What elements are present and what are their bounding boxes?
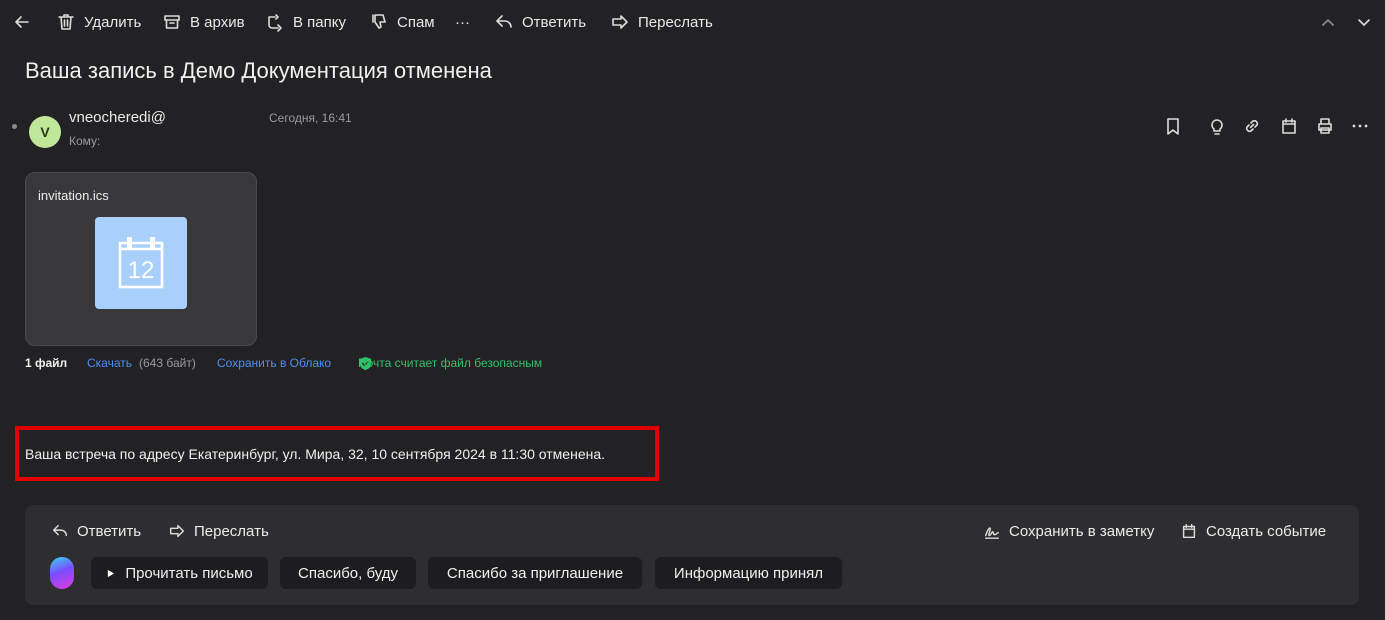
recipients-label[interactable]: Кому: <box>69 134 100 148</box>
play-icon <box>108 569 115 577</box>
archive-icon <box>164 15 180 29</box>
sender-name[interactable]: vneocheredi@ <box>69 109 166 126</box>
archive-button[interactable]: В архив <box>162 10 245 34</box>
download-link[interactable]: Скачать <box>87 356 132 370</box>
chevron-up-icon <box>1322 19 1334 26</box>
delete-button[interactable]: Удалить <box>56 10 141 34</box>
move-to-folder-button[interactable]: В папку <box>265 10 346 34</box>
ai-assistant-icon[interactable] <box>50 557 74 589</box>
reply-button[interactable]: Ответить <box>494 10 586 34</box>
previous-message-button[interactable] <box>1318 10 1338 34</box>
lightbulb-icon[interactable] <box>1207 116 1227 136</box>
attachment-card[interactable]: invitation.ics 12 <box>25 172 257 346</box>
spam-button[interactable]: Спам <box>369 10 435 34</box>
panel-reply-label: Ответить <box>77 522 142 540</box>
files-count: 1 файл <box>25 356 68 370</box>
chip-label: Информацию принял <box>673 564 824 582</box>
panel-reply-button[interactable]: Ответить <box>51 521 141 541</box>
unread-dot[interactable] <box>12 124 17 129</box>
attachment-size: (643 байт) <box>139 356 196 370</box>
chip-label: Спасибо, буду <box>298 564 398 582</box>
arrow-left-icon <box>15 16 29 28</box>
more-options-icon[interactable] <box>1350 116 1370 136</box>
link-icon[interactable] <box>1242 116 1262 136</box>
move-folder-icon <box>268 14 282 32</box>
spam-label: Спам <box>397 13 435 31</box>
reply-icon <box>52 524 68 537</box>
create-event-label: Создать событие <box>1206 522 1327 540</box>
save-to-cloud-link[interactable]: Сохранить в Облако <box>217 356 331 370</box>
quick-actions-panel: Ответить Переслать Сохранить в заметку С… <box>25 505 1359 605</box>
reply-chip-thanks-will-come[interactable]: Спасибо, буду <box>280 557 416 589</box>
thumbs-down-icon <box>372 14 386 29</box>
more-icon: ··· <box>455 13 470 31</box>
avatar[interactable]: V <box>29 116 61 148</box>
create-event-button[interactable]: Создать событие <box>1180 521 1326 541</box>
signature-icon <box>984 527 1000 539</box>
trash-icon <box>58 14 74 30</box>
read-letter-chip[interactable]: Прочитать письмо <box>91 557 268 589</box>
calendar-file-icon: 12 <box>118 237 164 289</box>
message-body-text: Ваша встреча по адресу Екатеринбург, ул.… <box>25 446 606 462</box>
calendar-file-number: 12 <box>128 257 155 284</box>
reply-chip-thanks-invitation[interactable]: Спасибо за приглашение <box>428 557 642 589</box>
print-icon[interactable] <box>1315 116 1335 136</box>
safe-file-label: Почта считает файл безопасным <box>358 356 543 370</box>
bookmark-icon[interactable] <box>1163 116 1183 136</box>
back-button[interactable] <box>12 10 32 34</box>
panel-forward-label: Переслать <box>194 522 269 540</box>
toolbar: Удалить В архив В папку Спам ··· Ответит… <box>0 0 1385 44</box>
attachment-filename: invitation.ics <box>38 188 109 203</box>
message-subject: Ваша запись в Демо Документация отменена <box>25 58 492 83</box>
chevron-down-icon <box>1358 19 1370 26</box>
forward-button[interactable]: Переслать <box>610 10 713 34</box>
message-date: Сегодня, 16:41 <box>269 111 352 125</box>
chip-label: Спасибо за приглашение <box>446 564 624 582</box>
calendar-icon[interactable] <box>1279 116 1299 136</box>
panel-forward-button[interactable]: Переслать <box>168 521 269 541</box>
archive-label: В архив <box>190 13 245 31</box>
read-letter-label: Прочитать письмо <box>125 564 253 582</box>
delete-label: Удалить <box>84 13 142 31</box>
save-to-note-label: Сохранить в заметку <box>1009 522 1155 540</box>
more-button[interactable]: ··· <box>455 10 470 34</box>
reply-label: Ответить <box>522 13 587 31</box>
forward-label: Переслать <box>638 13 713 31</box>
reply-icon <box>496 15 512 28</box>
forward-icon <box>612 15 628 29</box>
forward-icon <box>169 524 185 538</box>
reply-chip-info-received[interactable]: Информацию принял <box>655 557 842 589</box>
attachment-thumbnail: 12 <box>95 217 187 309</box>
safe-file-status: Почта считает файл безопасным <box>358 356 542 371</box>
save-to-note-button[interactable]: Сохранить в заметку <box>983 521 1154 541</box>
next-message-button[interactable] <box>1354 10 1374 34</box>
folder-label: В папку <box>293 13 346 31</box>
calendar-icon <box>1182 523 1196 539</box>
